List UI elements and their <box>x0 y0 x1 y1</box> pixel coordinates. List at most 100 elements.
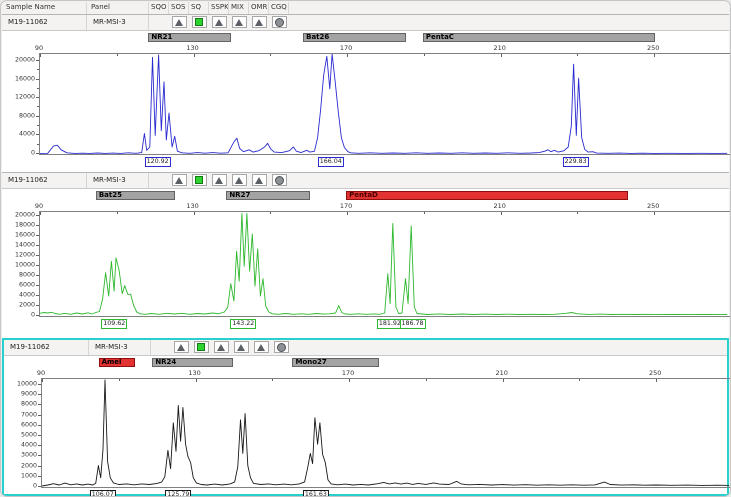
omr-flag-cell <box>249 16 269 30</box>
y-tick <box>38 415 41 416</box>
sos-flag-box[interactable] <box>172 174 187 186</box>
sq-flag-box[interactable] <box>192 174 207 186</box>
sos-flag-box[interactable] <box>174 341 189 353</box>
marker-bar-pentac[interactable]: PentaC <box>423 33 655 42</box>
panel-name: MR-MSI-3 <box>89 340 151 355</box>
y-tick-label: 0 <box>33 483 37 490</box>
triangle-icon <box>237 344 245 351</box>
y-tick-label: 0 <box>31 312 35 319</box>
electropherogram-chart-2[interactable]: Bat25NR27PentaD9013017021025002000400060… <box>2 189 729 338</box>
green-square-icon <box>195 176 203 184</box>
y-tick <box>38 445 41 446</box>
peak-size-label: 166.04 <box>318 157 344 167</box>
mix-flag-cell <box>231 341 251 355</box>
peak-size-label: 143.22 <box>230 319 256 329</box>
sq-flag-box[interactable] <box>194 341 209 353</box>
marker-bar-nr21[interactable]: NR21 <box>148 33 231 42</box>
y-tick-label: 1000 <box>21 472 37 479</box>
x-tick-label: 170 <box>342 369 354 377</box>
sos-flag-cell <box>169 16 189 30</box>
electropherogram-chart-1[interactable]: NR21Bat26PentaC9013017021025004000800012… <box>2 31 729 172</box>
sspk-flag-box[interactable] <box>212 16 227 28</box>
column-header-omr: OMR <box>249 2 269 14</box>
sample-row[interactable]: M19-11062 MR-MSI-3 <box>2 15 729 31</box>
y-tick-label: 20000 <box>15 212 35 219</box>
y-tick <box>38 384 41 385</box>
marker-bar-pentad[interactable]: PentaD <box>346 191 628 200</box>
y-tick <box>38 486 41 487</box>
plot-area[interactable] <box>41 378 731 488</box>
y-tick-label: 8000 <box>19 112 35 119</box>
y-tick <box>38 466 41 467</box>
marker-bar-nr24[interactable]: NR24 <box>152 358 233 367</box>
omr-flag-box[interactable] <box>252 174 267 186</box>
sample-row[interactable]: M19-11062 MR-MSI-3 <box>2 173 729 189</box>
msi-analysis-window: Sample Name Panel SQO SOS SQ SSPK MIX OM… <box>0 0 731 497</box>
y-tick-label: 16000 <box>15 232 35 239</box>
column-header-sspk: SSPK <box>209 2 229 14</box>
triangle-icon <box>215 19 223 26</box>
sspk-flag-box[interactable] <box>212 174 227 186</box>
quality-flags <box>149 173 289 188</box>
x-tick-label: 90 <box>37 369 45 377</box>
omr-flag-box[interactable] <box>252 16 267 28</box>
y-tick-label: 4000 <box>19 292 35 299</box>
sspk-flag-cell <box>211 341 231 355</box>
y-tick-label: 14000 <box>15 242 35 249</box>
triangle-icon <box>235 19 243 26</box>
sqo-flag-cell <box>149 16 169 30</box>
omr-flag-box[interactable] <box>254 341 269 353</box>
y-tick-label: 10000 <box>15 262 35 269</box>
panel-name: MR-MSI-3 <box>87 15 149 30</box>
mix-flag-box[interactable] <box>232 174 247 186</box>
x-tick-label: 210 <box>493 44 505 52</box>
panel-name: MR-MSI-3 <box>87 173 149 188</box>
mix-flag-box[interactable] <box>232 16 247 28</box>
marker-band: Bat25 NR27 PentaD <box>2 191 729 201</box>
sos-flag-box[interactable] <box>172 16 187 28</box>
y-tick <box>36 97 39 98</box>
marker-bar-nr27[interactable]: NR27 <box>226 191 309 200</box>
y-tick-label: 18000 <box>15 222 35 229</box>
marker-bar-mono27[interactable]: Mono27 <box>292 358 378 367</box>
y-tick <box>38 425 41 426</box>
y-tick <box>36 153 39 154</box>
y-tick-label: 6000 <box>21 421 37 428</box>
mix-flag-box[interactable] <box>234 341 249 353</box>
sq-flag-box[interactable] <box>192 16 207 28</box>
marker-bar-amel[interactable]: Amel <box>99 358 135 367</box>
cgq-flag-box[interactable] <box>272 16 287 28</box>
y-tick <box>36 235 39 236</box>
marker-bar-bat26[interactable]: Bat26 <box>303 33 405 42</box>
trace-line <box>40 212 731 316</box>
green-square-icon <box>197 343 205 351</box>
x-tick-label: 250 <box>647 202 659 210</box>
plot-area[interactable] <box>39 211 731 317</box>
y-tick <box>36 265 39 266</box>
y-tick-label: 16000 <box>15 75 35 82</box>
y-tick-label: 9000 <box>21 391 37 398</box>
y-tick <box>38 394 41 395</box>
x-tick-label: 130 <box>186 44 198 52</box>
peak-size-label: 106.07 <box>90 490 116 497</box>
electropherogram-chart-3[interactable]: AmelNR24Mono2790130170210250010002000300… <box>4 356 727 494</box>
cgq-flag-box[interactable] <box>274 341 289 353</box>
y-tick-label: 4000 <box>19 131 35 138</box>
y-tick <box>36 116 39 117</box>
sqo-flag-box <box>152 16 167 28</box>
sspk-flag-box[interactable] <box>214 341 229 353</box>
y-tick-label: 8000 <box>21 401 37 408</box>
omr-flag-cell <box>251 341 271 355</box>
sample-row[interactable]: M19-11062 MR-MSI-3 <box>4 340 727 356</box>
y-axis: 0100020003000400050006000700080009000100… <box>4 378 41 486</box>
y-tick <box>38 476 41 477</box>
triangle-icon <box>177 344 185 351</box>
sqo-flag-box <box>154 341 169 353</box>
y-tick <box>36 255 39 256</box>
y-tick <box>38 435 41 436</box>
marker-bar-bat25[interactable]: Bat25 <box>96 191 175 200</box>
cgq-flag-box[interactable] <box>272 174 287 186</box>
peak-size-label: 186.78 <box>399 319 425 329</box>
y-tick <box>36 225 39 226</box>
plot-area[interactable] <box>39 53 731 155</box>
